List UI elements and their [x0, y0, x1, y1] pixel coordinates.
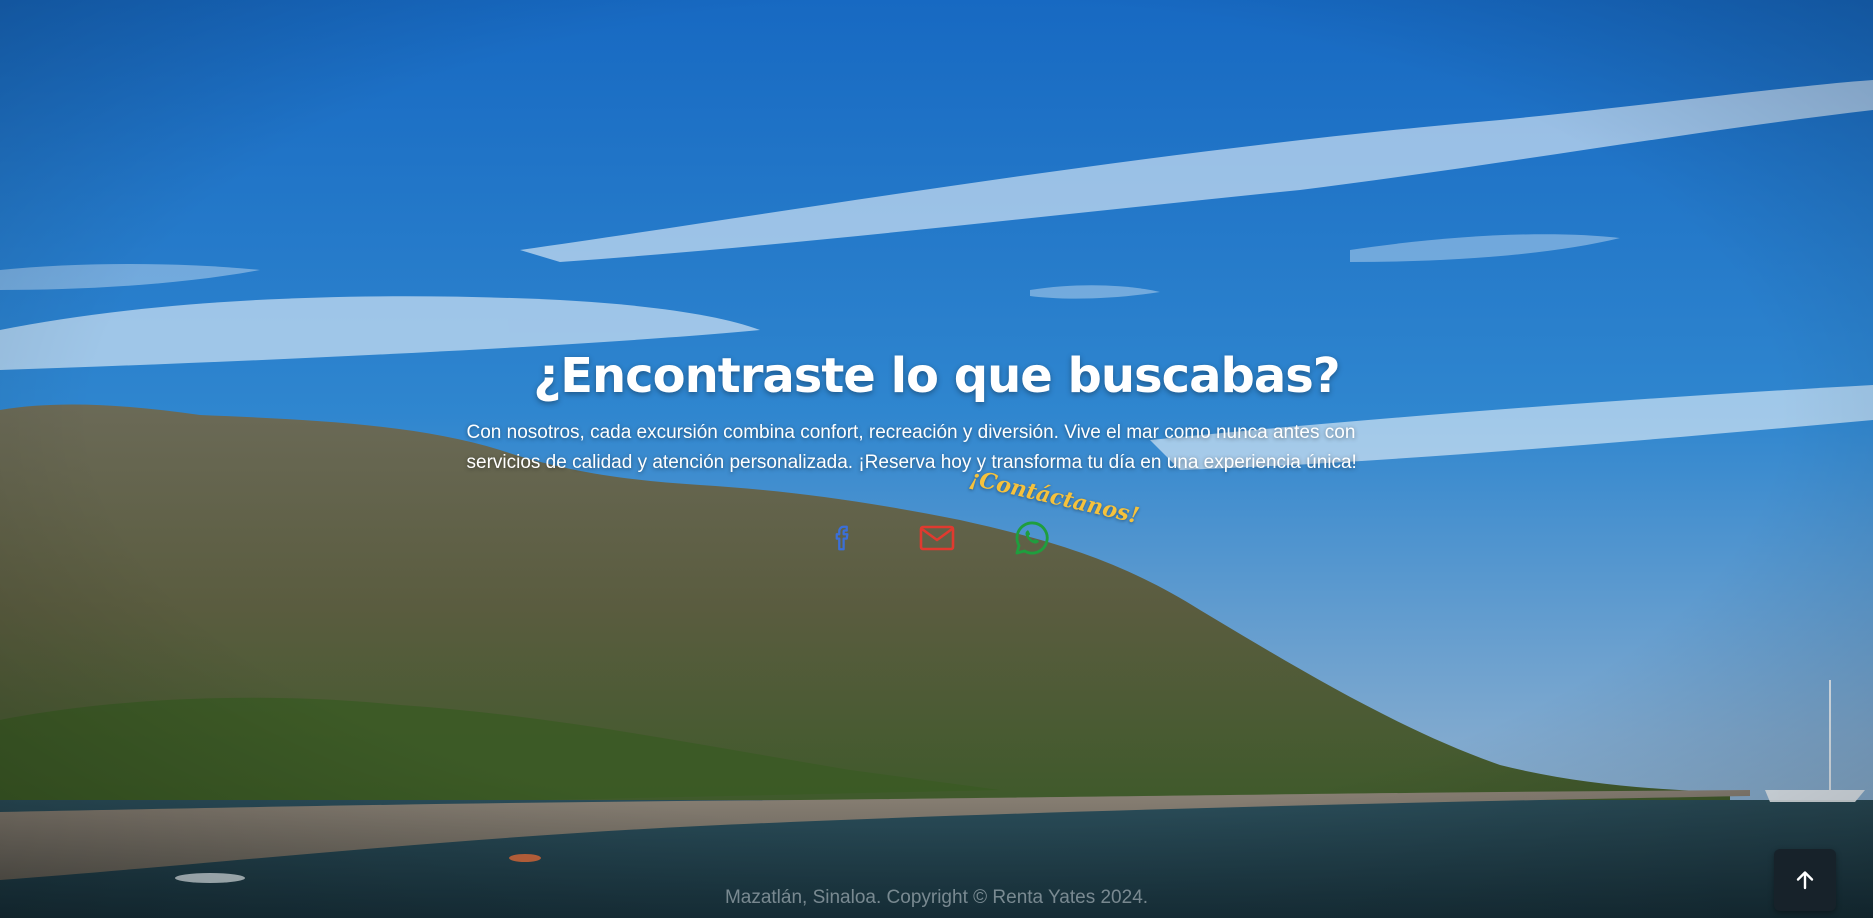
- cta-description: Con nosotros, cada excursión combina con…: [466, 422, 1357, 473]
- facebook-icon: [835, 525, 849, 551]
- arrow-up-icon: [1796, 871, 1814, 890]
- mail-icon: [919, 525, 955, 551]
- scroll-to-top-button[interactable]: [1774, 849, 1836, 911]
- facebook-link[interactable]: [821, 516, 865, 560]
- whatsapp-icon: [1015, 521, 1049, 555]
- cta-headline: ¿Encontraste lo que buscabas?: [533, 348, 1340, 404]
- social-links: [0, 516, 1873, 560]
- footer-copyright: Mazatlán, Sinaloa. Copyright © Renta Yat…: [724, 887, 1149, 908]
- email-link[interactable]: [915, 516, 959, 560]
- cta-section: ¿Encontraste lo que buscabas? Con nosotr…: [0, 348, 1873, 478]
- whatsapp-link[interactable]: [1010, 516, 1054, 560]
